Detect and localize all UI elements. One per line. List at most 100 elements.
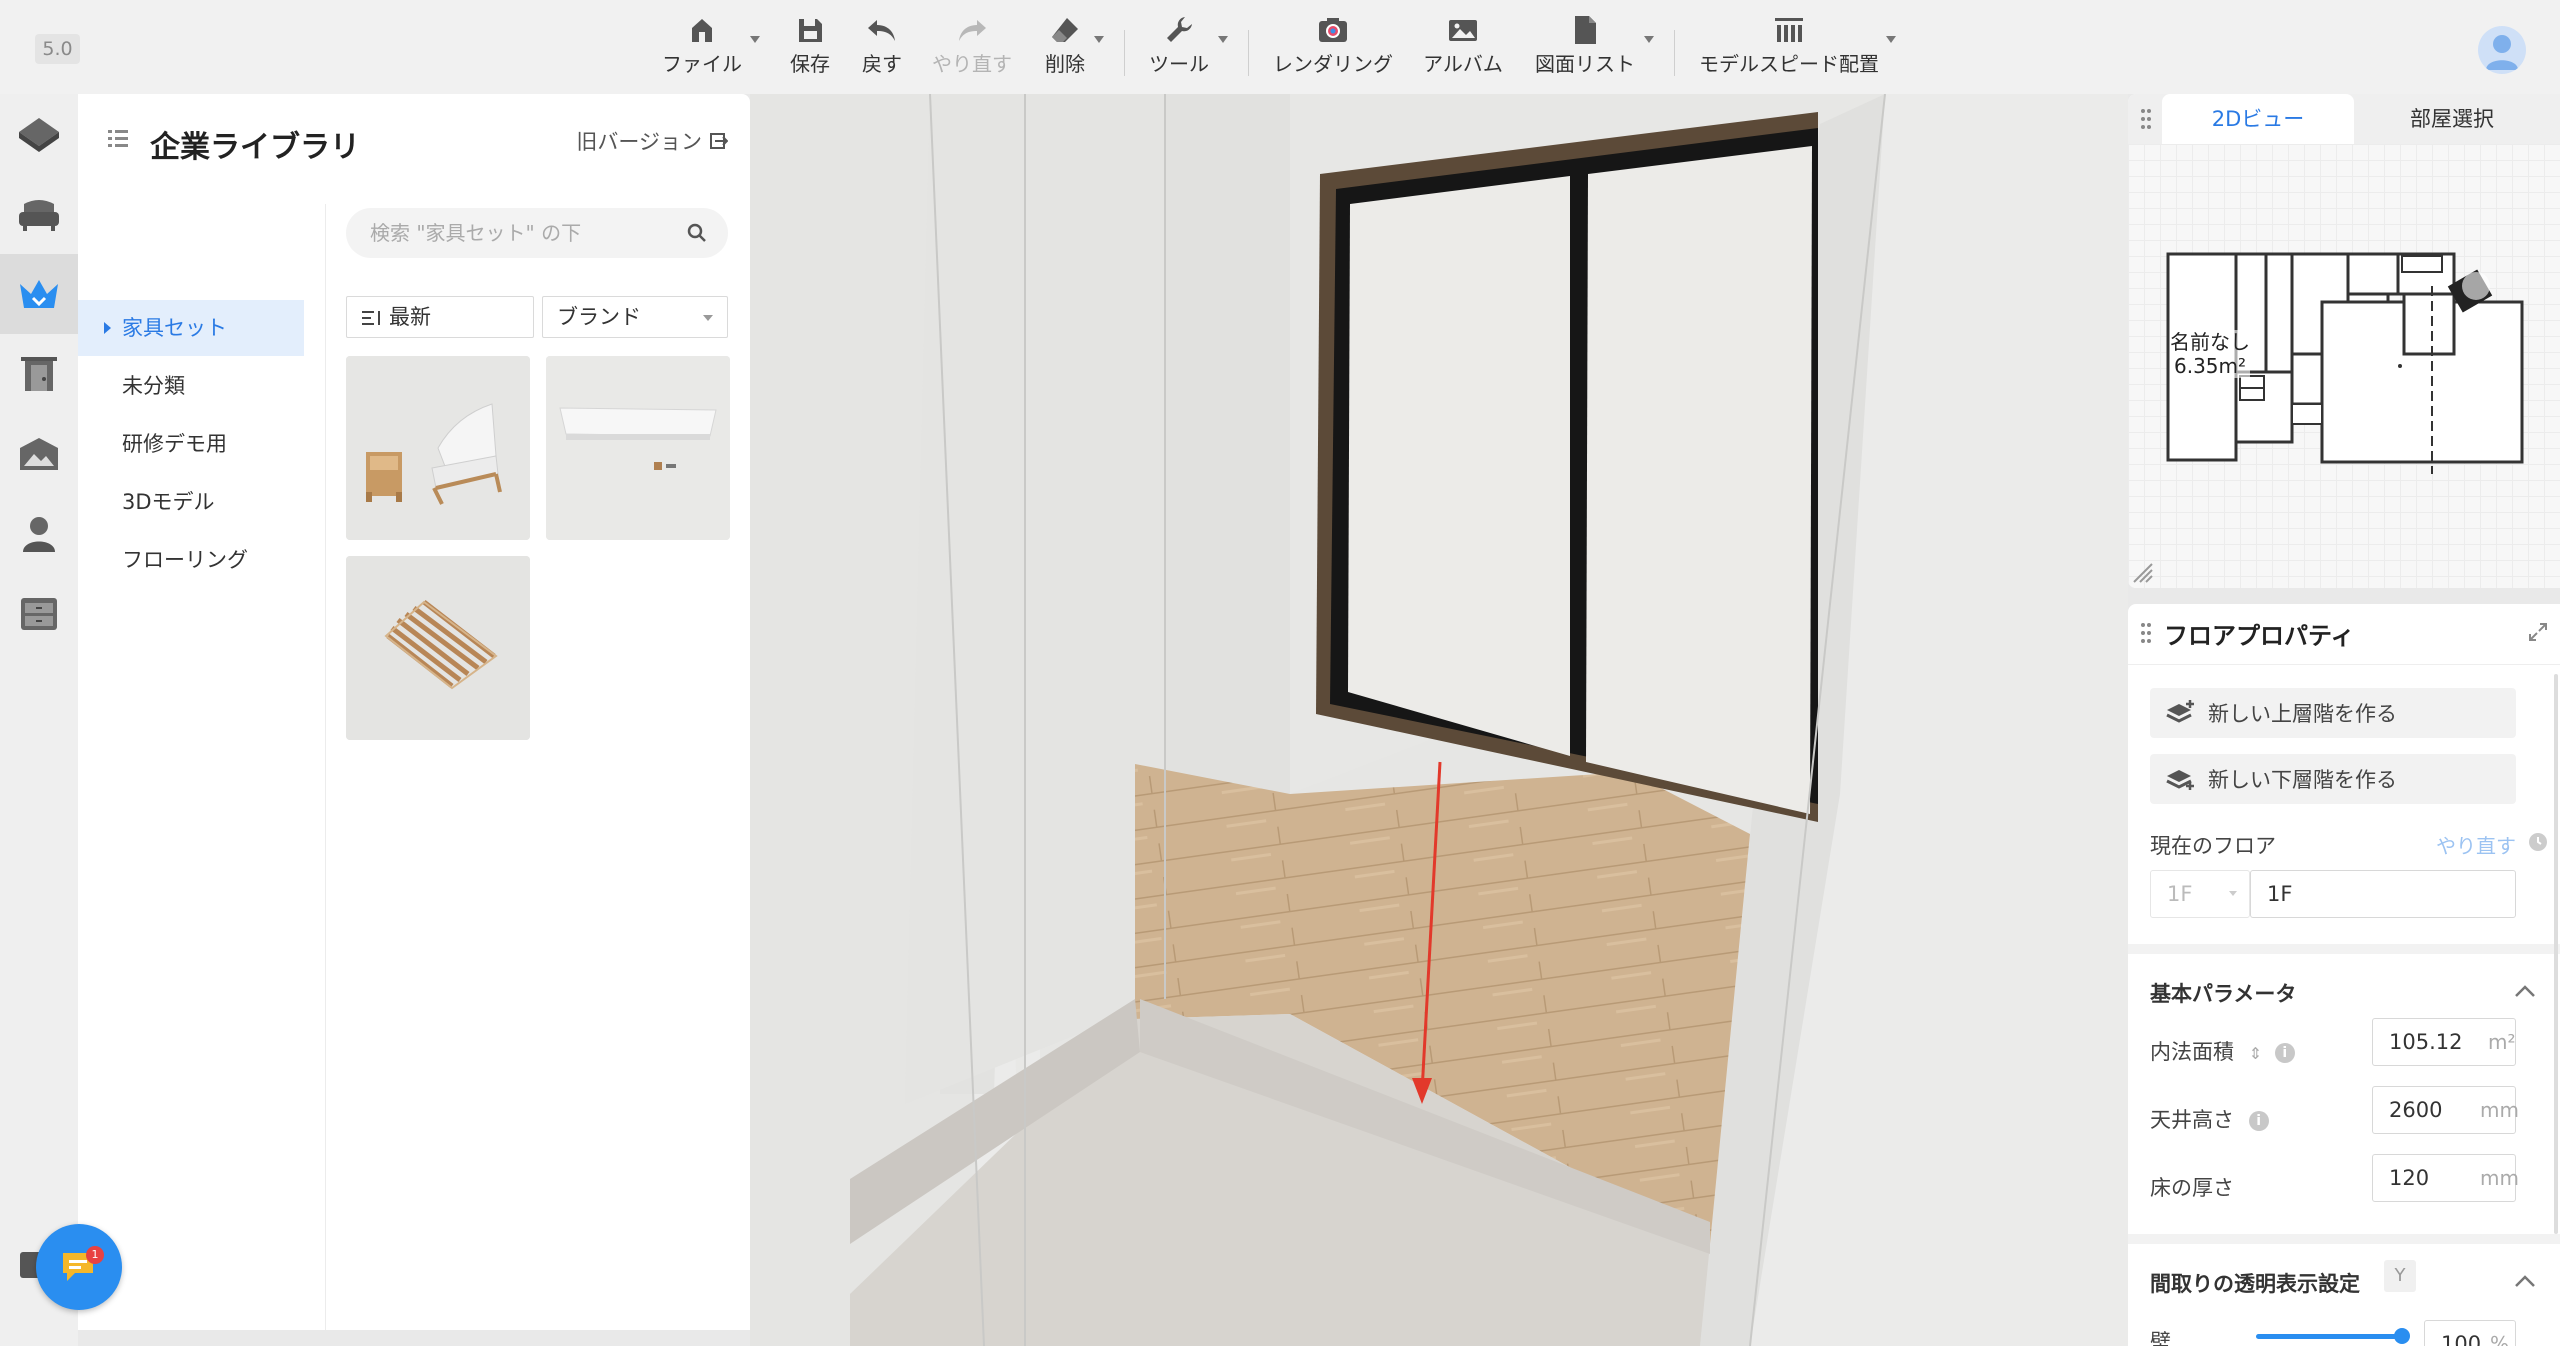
- ceiling-row: 天井高さ i: [2150, 1104, 2269, 1134]
- room-area: 6.35m²: [2173, 354, 2247, 378]
- current-floor-label: 現在のフロア: [2150, 834, 2276, 858]
- slider-handle[interactable]: [2394, 1328, 2410, 1344]
- file-label: ファイル: [662, 52, 742, 76]
- toolbar-divider: [1674, 30, 1675, 76]
- inner-area-label: 内法面積: [2150, 1040, 2234, 1064]
- undo-button[interactable]: 戻す: [852, 10, 912, 90]
- save-label: 保存: [790, 52, 830, 76]
- rendering-label: レンダリング: [1273, 52, 1393, 76]
- thumbnail-white-table[interactable]: [546, 356, 730, 540]
- inner-area-row: 内法面積 ⇕ i: [2150, 1036, 2295, 1066]
- camera-icon: [1268, 10, 1398, 50]
- info-icon[interactable]: i: [2274, 1043, 2295, 1063]
- bars-icon: [1696, 10, 1882, 50]
- new-upper-floor-button[interactable]: 新しい上層階を作る: [2150, 688, 2516, 738]
- wall-unit: %: [2490, 1332, 2510, 1346]
- drawing-list-button[interactable]: 図面リスト: [1532, 10, 1638, 90]
- rail-library-button[interactable]: [0, 254, 78, 334]
- thumbnail-sofa-chair-set[interactable]: [346, 356, 530, 540]
- sort-arrows-icon[interactable]: ⇕: [2249, 1044, 2262, 1063]
- clock-icon[interactable]: [2528, 832, 2548, 852]
- drag-handle-icon[interactable]: [2140, 622, 2152, 644]
- delete-button[interactable]: 削除: [1036, 10, 1094, 90]
- rail-cabinet-button[interactable]: [0, 574, 78, 654]
- ceiling-label: 天井高さ: [2150, 1108, 2234, 1132]
- file-button[interactable]: ファイル: [660, 10, 744, 90]
- floor-properties-title: フロアプロパティ: [2164, 622, 2355, 650]
- search-input[interactable]: [368, 208, 668, 258]
- tools-dropdown-caret[interactable]: [1218, 36, 1228, 43]
- new-lower-floor-button[interactable]: 新しい下層階を作る: [2150, 754, 2516, 804]
- scrollbar[interactable]: [2554, 674, 2558, 1234]
- category-item-training-demo[interactable]: 研修デモ用: [78, 416, 304, 472]
- undo-label: 戻す: [862, 52, 902, 76]
- floor-redo-link[interactable]: やり直す: [2436, 830, 2516, 859]
- model-speed-button[interactable]: モデルスピード配置: [1696, 10, 1882, 90]
- chevron-up-icon[interactable]: [2514, 984, 2536, 998]
- floor-thickness-unit: mm: [2480, 1166, 2519, 1190]
- 3d-viewport[interactable]: 1F 2D 3D: [750, 94, 2128, 1346]
- rail-user-button[interactable]: [0, 494, 78, 574]
- info-icon[interactable]: i: [2248, 1111, 2269, 1131]
- chevron-up-icon[interactable]: [2514, 1274, 2536, 1288]
- category-item-uncategorized[interactable]: 未分類: [78, 358, 304, 414]
- drag-handle-icon[interactable]: [2140, 108, 2152, 130]
- rail-furniture-button[interactable]: [0, 174, 78, 254]
- resize-handle-icon[interactable]: [2132, 562, 2154, 584]
- save-button[interactable]: 保存: [780, 10, 840, 90]
- category-item-furniture-set[interactable]: 家具セット: [78, 300, 304, 356]
- old-version-link[interactable]: 旧バージョン: [576, 126, 728, 156]
- tools-button[interactable]: ツール: [1146, 10, 1212, 90]
- model-speed-dropdown-caret[interactable]: [1886, 36, 1896, 43]
- document-icon: [1532, 10, 1638, 50]
- room-scene: [750, 94, 2128, 1346]
- toolbar-divider: [1124, 30, 1125, 76]
- section-gap: [2128, 1234, 2560, 1244]
- sort-select[interactable]: 最新: [346, 296, 534, 338]
- delete-dropdown-caret[interactable]: [1094, 36, 1104, 43]
- file-dropdown-caret[interactable]: [750, 36, 760, 43]
- floor-properties-panel: フロアプロパティ 新しい上層階を作る 新しい下層階を作る 現在のフロア やり直す…: [2128, 604, 2560, 1346]
- ceiling-value: 2600: [2389, 1098, 2443, 1122]
- category-list: 家具セット 未分類 研修デモ用 3Dモデル フローリング: [78, 204, 326, 1330]
- divider: [2128, 664, 2560, 665]
- new-lower-floor-label: 新しい下層階を作る: [2208, 768, 2397, 792]
- tab-room-select[interactable]: 部屋選択: [2354, 94, 2550, 144]
- rail-terrain-button[interactable]: [0, 414, 78, 494]
- expand-icon[interactable]: [2528, 622, 2548, 642]
- exit-icon: [710, 133, 728, 149]
- sort-icon: [362, 311, 380, 325]
- inner-area-unit: m²: [2488, 1030, 2516, 1054]
- rail-door-button[interactable]: [0, 334, 78, 414]
- room-label[interactable]: 名前なし 6.35m²: [2170, 330, 2250, 378]
- search-icon[interactable]: [686, 222, 708, 244]
- user-avatar[interactable]: [2478, 26, 2526, 74]
- list-icon[interactable]: [106, 126, 130, 150]
- mountain-icon: [20, 438, 58, 470]
- tab-2d-view[interactable]: 2Dビュー: [2162, 94, 2354, 144]
- person-icon: [2486, 35, 2518, 70]
- library-title: 企業ライブラリ: [150, 130, 360, 165]
- floor-name-input[interactable]: 1F: [2250, 870, 2516, 918]
- redo-button[interactable]: やり直す: [928, 10, 1016, 90]
- brand-select[interactable]: ブランド: [542, 296, 728, 338]
- thumbnail-wood-slat-panel[interactable]: [346, 556, 530, 740]
- floor-select[interactable]: 1F: [2150, 870, 2250, 918]
- category-item-3d-model[interactable]: 3Dモデル: [78, 474, 304, 530]
- wall-transparency-slider[interactable]: [2256, 1334, 2402, 1339]
- rail-house-button[interactable]: [0, 94, 78, 174]
- save-icon: [780, 10, 840, 50]
- category-item-flooring[interactable]: フローリング: [78, 532, 304, 588]
- undo-icon: [852, 10, 912, 50]
- crown-icon: [20, 280, 58, 308]
- chevron-down-icon: [703, 315, 713, 321]
- top-toolbar: 5.0 ファイル 保存 戻す やり直す 削除 ツール レンダリング アルバム 図…: [0, 0, 2560, 94]
- tools-label: ツール: [1149, 52, 1209, 76]
- new-upper-floor-label: 新しい上層階を作る: [2208, 702, 2397, 726]
- floor-thickness-label: 床の厚さ: [2150, 1176, 2234, 1200]
- drawing-list-dropdown-caret[interactable]: [1644, 36, 1654, 43]
- album-button[interactable]: アルバム: [1420, 10, 1506, 90]
- wall-label: 壁: [2150, 1330, 2171, 1346]
- rendering-button[interactable]: レンダリング: [1268, 10, 1398, 90]
- chat-button[interactable]: 1: [36, 1224, 122, 1310]
